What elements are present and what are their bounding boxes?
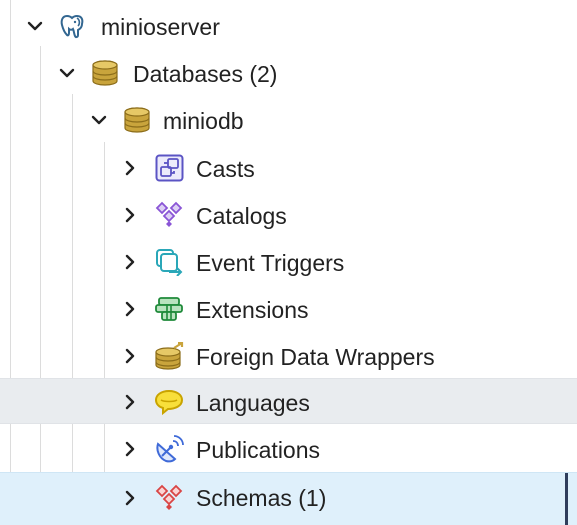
chevron-down-icon[interactable] bbox=[58, 64, 76, 82]
tree-item-label: Casts bbox=[196, 156, 255, 182]
chevron-right-icon[interactable] bbox=[121, 440, 139, 458]
object-explorer-tree: minioserver Databases (2) miniodb Casts … bbox=[0, 0, 577, 525]
tree-item-label: Publications bbox=[196, 437, 321, 463]
postgres-elephant-icon bbox=[58, 12, 88, 40]
tree-item-label: Catalogs bbox=[196, 203, 287, 229]
tree-item-label: Languages bbox=[196, 390, 310, 416]
tree-item-label: Event Triggers bbox=[196, 250, 345, 276]
tree-node-casts[interactable]: Casts bbox=[0, 145, 577, 191]
tree-node-languages[interactable]: Languages bbox=[0, 378, 577, 424]
databases-label: Databases (2) bbox=[133, 61, 278, 87]
chevron-right-icon[interactable] bbox=[121, 393, 139, 411]
chevron-down-icon[interactable] bbox=[26, 17, 44, 35]
tree-node-server[interactable]: minioserver bbox=[0, 3, 577, 49]
event-trigger-icon bbox=[154, 248, 184, 276]
tree-item-label: Foreign Data Wrappers bbox=[196, 344, 435, 370]
chevron-right-icon[interactable] bbox=[121, 347, 139, 365]
cast-icon bbox=[154, 154, 184, 182]
tree-node-catalogs[interactable]: Catalogs bbox=[0, 192, 577, 238]
chevron-right-icon[interactable] bbox=[121, 206, 139, 224]
database-stack-icon bbox=[90, 59, 120, 87]
schema-icon bbox=[154, 484, 184, 512]
database-stack-icon bbox=[122, 106, 152, 134]
extension-icon bbox=[154, 295, 184, 323]
chevron-right-icon[interactable] bbox=[121, 300, 139, 318]
server-label: minioserver bbox=[101, 14, 220, 40]
tree-item-label: Schemas (1) bbox=[196, 485, 327, 511]
chevron-right-icon[interactable] bbox=[121, 159, 139, 177]
tree-node-foreign-data-wrappers[interactable]: Foreign Data Wrappers bbox=[0, 333, 577, 379]
publication-icon bbox=[154, 435, 184, 463]
language-icon bbox=[154, 388, 184, 416]
chevron-down-icon[interactable] bbox=[90, 111, 108, 129]
chevron-right-icon[interactable] bbox=[121, 489, 139, 507]
catalog-icon bbox=[154, 201, 184, 229]
tree-node-schemas[interactable]: Schemas (1) bbox=[0, 472, 577, 525]
tree-node-event-triggers[interactable]: Event Triggers bbox=[0, 239, 577, 285]
tree-node-publications[interactable]: Publications bbox=[0, 426, 577, 472]
chevron-right-icon[interactable] bbox=[121, 253, 139, 271]
tree-node-extensions[interactable]: Extensions bbox=[0, 286, 577, 332]
foreign-data-wrapper-icon bbox=[154, 342, 184, 370]
database-label: miniodb bbox=[163, 108, 244, 134]
tree-node-databases[interactable]: Databases (2) bbox=[0, 50, 577, 96]
tree-node-database[interactable]: miniodb bbox=[0, 97, 577, 143]
tree-item-label: Extensions bbox=[196, 297, 309, 323]
